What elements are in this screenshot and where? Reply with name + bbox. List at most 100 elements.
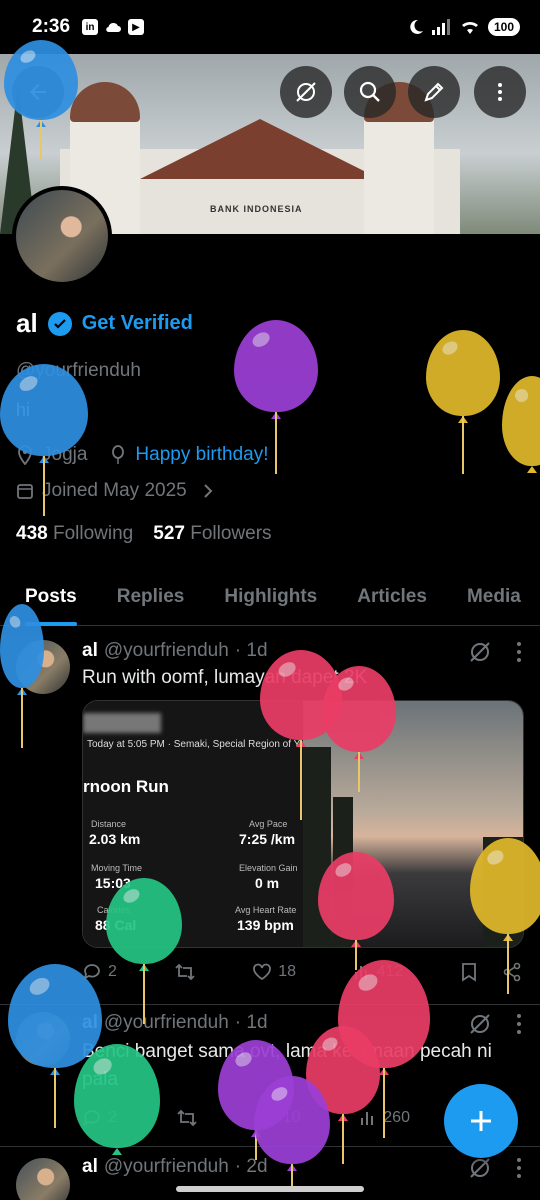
balloon-overlay (426, 330, 500, 474)
post-time: · 2d (234, 1156, 268, 1177)
repost-icon (177, 1109, 197, 1127)
views-button[interactable]: 412 (353, 963, 404, 981)
post-media[interactable]: Today at 5:05 PM · Semaki, Special Regio… (82, 700, 524, 948)
more-button[interactable] (474, 66, 526, 118)
profile-location: Jogja (42, 444, 88, 465)
tab-posts[interactable]: Posts (25, 570, 77, 626)
like-button[interactable]: 18 (252, 962, 296, 982)
post-author-name[interactable]: al (82, 640, 98, 662)
view-count: 412 (376, 963, 404, 980)
edit-button[interactable] (408, 66, 460, 118)
profile-avatar[interactable] (12, 186, 112, 286)
heart-icon (257, 1109, 276, 1127)
reply-button[interactable]: 2 (82, 962, 117, 982)
signal-icon (431, 19, 450, 35)
followers-link[interactable]: 527 Followers (153, 523, 271, 545)
chevron-right-icon (204, 484, 213, 498)
run-title: rnoon Run (83, 777, 169, 796)
following-link[interactable]: 438 Following (16, 523, 133, 545)
grok-button[interactable] (280, 66, 332, 118)
profile-joined[interactable]: Joined May 2025 (16, 480, 215, 502)
followers-count: 527 (153, 523, 185, 544)
post-header: al @yourfrienduh · 1d (82, 1012, 268, 1034)
photo-tree (483, 837, 523, 947)
reply-button[interactable]: 2 (82, 1108, 117, 1128)
grok-icon[interactable] (468, 640, 492, 664)
moon-icon (410, 19, 423, 34)
post-avatar[interactable] (16, 640, 70, 694)
profile-name: al (16, 308, 38, 338)
like-count: 10 (282, 1109, 301, 1126)
verified-badge-icon (47, 311, 72, 336)
tab-replies[interactable]: Replies (117, 570, 185, 626)
tab-highlights[interactable]: Highlights (224, 570, 317, 626)
status-bar: 2:36 in ▶ 100 (0, 0, 540, 54)
heart-rate-label: Avg Heart Rate (235, 905, 297, 915)
photo-tree (333, 797, 353, 947)
grok-icon (296, 82, 316, 102)
tab-media[interactable]: Media (467, 570, 521, 626)
follow-counts: 438 Following 527 Followers (16, 523, 272, 545)
repost-button[interactable] (176, 1108, 198, 1128)
more-vertical-icon (498, 83, 502, 101)
post-avatar[interactable] (16, 1158, 70, 1200)
more-vertical-icon[interactable] (516, 1013, 522, 1035)
youtube-icon: ▶ (128, 19, 145, 35)
more-vertical-icon[interactable] (516, 641, 522, 663)
back-button[interactable] (12, 66, 64, 118)
moving-time-label: Moving Time (91, 863, 143, 873)
reply-count: 2 (108, 963, 117, 980)
more-vertical-icon[interactable] (516, 1157, 522, 1179)
post-author-handle: @yourfrienduh (103, 1156, 229, 1177)
like-button[interactable]: 10 (257, 1108, 301, 1128)
post-author-handle: @yourfrienduh (103, 1012, 229, 1033)
profile-bio: hi (16, 400, 31, 420)
post-time: · 1d (234, 640, 268, 661)
search-icon (359, 81, 380, 102)
views-chart-icon (361, 1112, 374, 1125)
bookmark-icon[interactable] (460, 962, 478, 982)
reply-icon (83, 1110, 100, 1126)
post-avatar[interactable] (16, 1012, 70, 1066)
post-author-name[interactable]: al (82, 1012, 98, 1034)
post-author-handle: @yourfrienduh (103, 640, 229, 661)
notification-icons: in ▶ (82, 19, 145, 35)
home-indicator[interactable] (176, 1186, 364, 1192)
birthday-link[interactable]: Happy birthday! (135, 444, 268, 466)
pace-label: Avg Pace (249, 819, 288, 829)
post-time: · 1d (234, 1012, 268, 1033)
cloud-icon (106, 22, 122, 33)
search-button[interactable] (344, 66, 396, 118)
views-chart-icon (354, 966, 367, 979)
profile-tabs: Posts Replies Highlights Articles Media (0, 570, 540, 626)
banner-tower-right (364, 114, 434, 234)
repost-button[interactable] (174, 962, 196, 982)
post-author-name[interactable]: al (82, 1156, 98, 1178)
post-text: Run with oomf, lumayan dapet 2K (82, 667, 368, 688)
grok-icon[interactable] (468, 1012, 492, 1036)
distance-label: Distance (91, 819, 127, 829)
view-count: 260 (383, 1109, 410, 1126)
post-divider (0, 1004, 540, 1005)
post-actions: 2 18 412 (82, 962, 522, 982)
run-meta: Today at 5:05 PM · Semaki, Special Regio… (87, 739, 311, 750)
views-button[interactable]: 260 (359, 1109, 410, 1127)
share-icon[interactable] (502, 962, 522, 982)
plus-icon (471, 1111, 491, 1131)
wifi-icon (461, 21, 478, 34)
post-text: Benci banget sama ovt, lama kelamaan pec… (82, 1041, 492, 1090)
run-photo (303, 701, 523, 947)
post-header: al @yourfrienduh · 2d (82, 1156, 268, 1178)
grok-icon[interactable] (468, 1156, 492, 1180)
followers-label: Followers (190, 523, 272, 544)
like-count: 18 (278, 963, 296, 980)
tab-articles[interactable]: Articles (357, 570, 427, 626)
balloon-overlay (502, 376, 540, 473)
profile-meta: Jogja Happy birthday! (16, 444, 269, 466)
get-verified-link[interactable]: Get Verified (82, 312, 193, 335)
blurred-label (83, 713, 161, 733)
battery-indicator: 100 (487, 18, 520, 36)
compose-post-button[interactable] (444, 1084, 518, 1158)
calories-value: 88 Cal (95, 917, 137, 933)
arrow-left-icon (30, 84, 46, 100)
